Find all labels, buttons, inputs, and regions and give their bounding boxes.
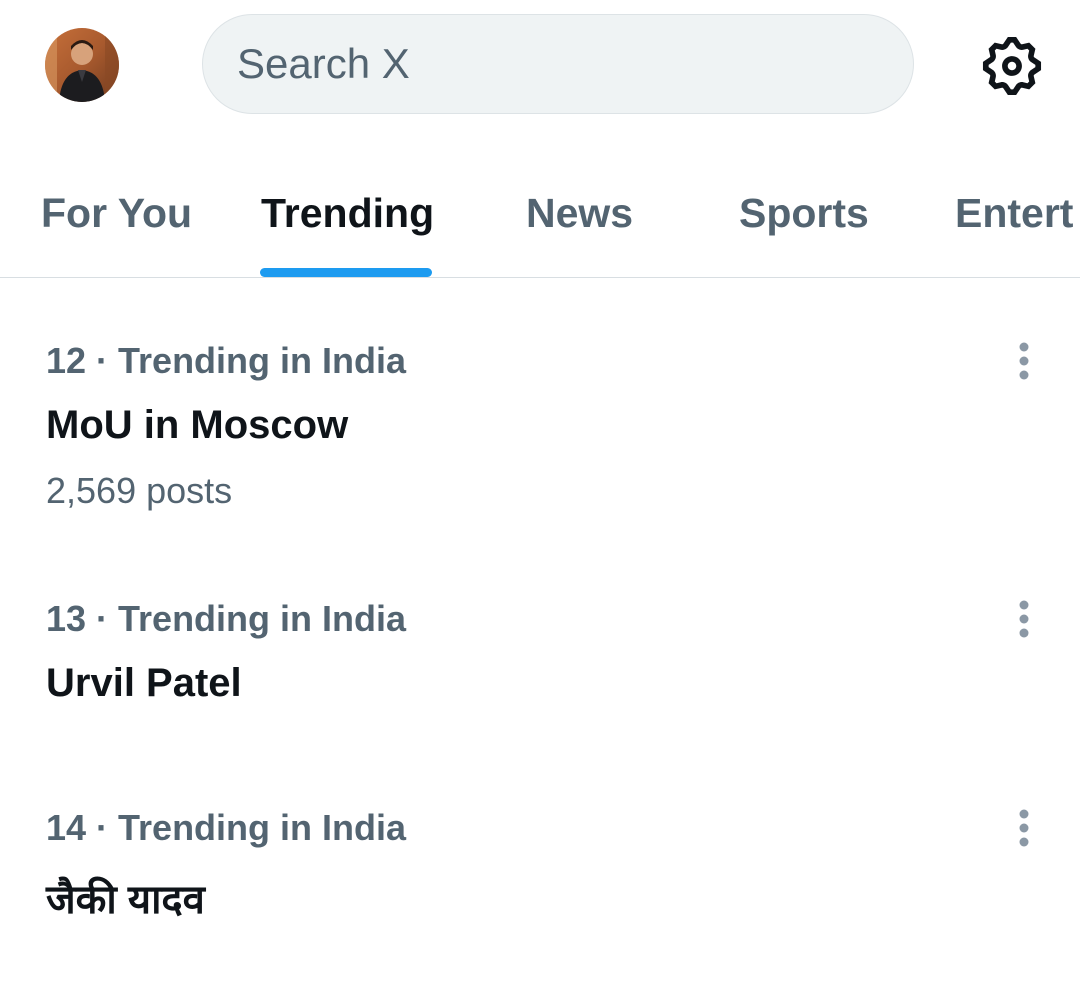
tab-sports[interactable]: Sports [680,150,930,277]
trend-item[interactable]: 14 · Trending in India जैकी यादव [0,777,1080,947]
tab-label: For You [41,190,193,236]
trend-title: Urvil Patel [46,661,242,705]
tab-for-you[interactable]: For You [0,150,215,277]
search-input[interactable] [237,15,877,113]
tab-label: News [526,190,634,236]
more-options-button[interactable] [1004,592,1044,646]
tab-news[interactable]: News [465,150,680,277]
trend-item[interactable]: 12 · Trending in India MoU in Moscow 2,5… [0,310,1080,540]
trend-post-count: 2,569 posts [46,470,233,511]
more-options-button[interactable] [1004,801,1044,855]
tab-label: Entert [955,190,1074,236]
search-bar[interactable] [202,14,914,114]
settings-button[interactable] [978,32,1046,100]
explore-tabs: For You Trending News Sports Entert [0,150,1080,278]
tab-trending[interactable]: Trending [215,150,465,277]
top-bar [0,0,1080,130]
trend-title: जैकी यादव [46,878,205,922]
active-tab-indicator [260,268,432,277]
tab-label: Sports [739,190,869,236]
more-vertical-icon [1019,342,1029,380]
more-vertical-icon [1019,600,1029,638]
trend-meta: 14 · Trending in India [46,807,407,848]
profile-avatar[interactable] [45,28,119,102]
tab-label: Trending [261,190,435,236]
trend-meta: 13 · Trending in India [46,598,407,639]
trend-meta: 12 · Trending in India [46,340,407,381]
gear-icon [982,36,1042,96]
more-vertical-icon [1019,809,1029,847]
more-options-button[interactable] [1004,334,1044,388]
tab-entertainment[interactable]: Entert [930,150,1080,277]
trend-item[interactable]: 13 · Trending in India Urvil Patel [0,568,1080,738]
trend-title: MoU in Moscow [46,403,349,447]
